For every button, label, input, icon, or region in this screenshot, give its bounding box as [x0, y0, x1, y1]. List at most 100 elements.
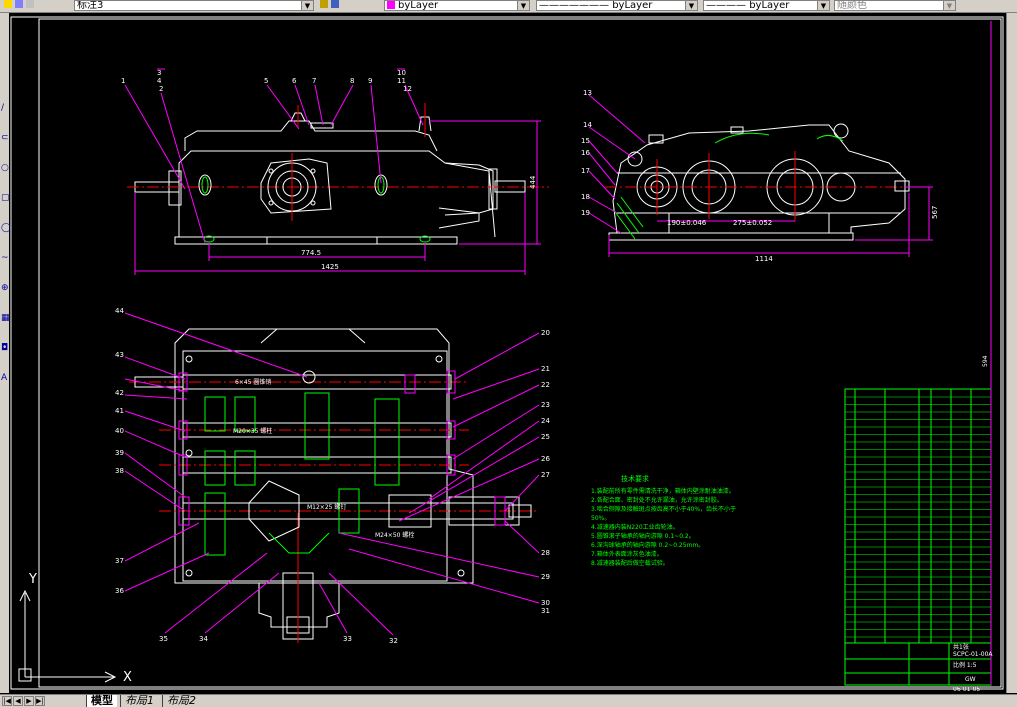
properties-toolbar: 标注3 ▼ byLayer ▼ ——————— byLayer ▼ ———— b… [0, 0, 1017, 13]
part-label: 30 [541, 599, 550, 607]
scale-text: 比例 1:5 [953, 661, 977, 669]
lineweight-control-select[interactable]: ———— byLayer ▼ [703, 0, 830, 11]
linetype-control-select[interactable]: ——————— byLayer ▼ [536, 0, 698, 11]
tab-prev-button[interactable]: ◀ [13, 696, 23, 706]
modify-toolbar-strip[interactable] [1006, 13, 1017, 693]
part-label: 14 [583, 121, 592, 129]
ucs-x-label: X [123, 670, 132, 685]
dim-text: 1114 [755, 255, 773, 263]
part-label: 33 [343, 635, 352, 643]
dimstyle-select[interactable]: 标注3 ▼ [74, 0, 314, 11]
date-text: 06-01-05 [953, 686, 980, 693]
dim-text: 275±0.052 [733, 219, 772, 227]
svg-text:5.圆锥滚子轴承的轴向游隙 0.1~0.2。: 5.圆锥滚子轴承的轴向游隙 0.1~0.2。 [591, 532, 695, 540]
part-label: 20 [541, 329, 550, 337]
dim-text: 774.5 [301, 249, 321, 257]
part-label: 43 [115, 351, 124, 359]
shaft-note: 6×45 圆锥销 [235, 378, 271, 386]
part-label: 10 [397, 69, 406, 77]
ucs-y-label: Y [28, 572, 37, 587]
part-label: 38 [115, 467, 124, 475]
part-label: 40 [115, 427, 124, 435]
part-label: 3 [157, 69, 161, 77]
color-control-select[interactable]: byLayer ▼ [384, 0, 530, 11]
side-view [588, 94, 933, 257]
part-label: 23 [541, 401, 550, 409]
svg-text:50%。: 50%。 [591, 515, 610, 522]
part-label: 42 [115, 389, 124, 397]
dim-text: 594 [982, 355, 989, 367]
part-label: 7 [312, 77, 316, 85]
tool-icon[interactable]: ⊂ [1, 133, 9, 143]
chevron-down-icon[interactable]: ▼ [517, 1, 529, 10]
part-label: 34 [199, 635, 208, 643]
svg-text:4.减速器内装N220工业齿轮油。: 4.减速器内装N220工业齿轮油。 [591, 523, 679, 531]
draw-toolbar-strip[interactable]: / ⊂ ○ ▢ ◯ ~ ⊕ ▦ ◘ A [0, 13, 11, 693]
tool-icon[interactable]: A [1, 373, 7, 383]
front-view [124, 68, 549, 275]
part-label: 13 [583, 89, 592, 97]
part-label: 12 [403, 85, 412, 93]
tab-last-button[interactable]: ▶| [35, 696, 45, 706]
part-label: 39 [115, 449, 124, 457]
shaft-note: M20×35 螺柱 [233, 427, 272, 435]
tool-icon[interactable]: ⊕ [1, 283, 9, 293]
layout-tab-bar: |◀ ◀ ▶ ▶| 模型 布局1 布局2 [0, 694, 1017, 707]
dimstyle-icon[interactable] [2, 0, 72, 11]
chevron-down-icon[interactable]: ▼ [685, 1, 697, 10]
tab-first-button[interactable]: |◀ [2, 696, 12, 706]
part-label: 8 [350, 77, 354, 85]
tool-icon[interactable]: ○ [1, 163, 9, 173]
tab-model[interactable]: 模型 [86, 695, 117, 707]
part-label: 32 [389, 637, 398, 645]
layer-manager-icon[interactable] [318, 0, 362, 11]
part-label: 17 [581, 167, 590, 175]
svg-text:7.箱体外表面涂灰色油漆。: 7.箱体外表面涂灰色油漆。 [591, 550, 663, 558]
chevron-down-icon[interactable]: ▼ [817, 1, 829, 10]
color-swatch-icon [387, 1, 395, 9]
shaft-note: M12×25 螺钉 [307, 503, 346, 511]
drawing-canvas[interactable]: 774.5 1425 444 1 2 3 4 5 6 7 8 9 10 11 1… [9, 13, 1006, 694]
part-label: 36 [115, 587, 124, 595]
part-label: 29 [541, 573, 550, 581]
part-label: 16 [581, 149, 590, 157]
part-label: 1 [121, 77, 125, 85]
chevron-down-icon[interactable]: ▼ [301, 1, 313, 10]
plotstyle-control-select[interactable]: 随颜色 ▼ [834, 0, 956, 11]
part-label: 15 [581, 137, 590, 145]
part-label: 44 [115, 307, 124, 315]
svg-text:1.装配前所有零件需清洗干净，箱体内壁涂耐油油漆。: 1.装配前所有零件需清洗干净，箱体内壁涂耐油油漆。 [591, 487, 735, 495]
tab-layout1[interactable]: 布局1 [120, 695, 158, 707]
title-block-rows [845, 396, 991, 638]
svg-text:8.减速器装配后做空载试验。: 8.减速器装配后做空载试验。 [591, 559, 669, 567]
dim-text: 190±0.046 [667, 219, 707, 227]
part-label: 37 [115, 557, 124, 565]
tab-next-button[interactable]: ▶ [24, 696, 34, 706]
ucs-icon [18, 589, 117, 683]
drawing-number: SCPC-01-00A [953, 651, 993, 658]
svg-text:2.各配合面、密封处不允许漏油，允许涂密封胶。: 2.各配合面、密封处不允许漏油，允许涂密封胶。 [591, 496, 723, 504]
tool-icon[interactable]: ◘ [1, 343, 8, 353]
svg-text:6.深沟球轴承的轴向游隙 0.2~0.25mm。: 6.深沟球轴承的轴向游隙 0.2~0.25mm。 [591, 541, 704, 549]
plan-view [124, 312, 540, 643]
chevron-down-icon[interactable]: ▼ [943, 1, 955, 10]
tool-icon[interactable]: ~ [1, 253, 9, 263]
part-label: 28 [541, 549, 550, 557]
shaft-note: M24×50 螺栓 [375, 531, 414, 539]
part-label: 5 [264, 77, 268, 85]
dim-text: 444 [529, 175, 537, 189]
technical-requirements: 技术要求 1.装配前所有零件需清洗干净，箱体内壁涂耐油油漆。 2.各配合面、密封… [591, 474, 736, 567]
part-label: 41 [115, 407, 124, 415]
dim-text: 567 [931, 206, 939, 219]
part-label: 21 [541, 365, 550, 373]
part-label: 11 [397, 77, 406, 85]
part-label: 26 [541, 455, 550, 463]
part-label: 25 [541, 433, 550, 441]
tab-layout2[interactable]: 布局2 [162, 695, 200, 707]
svg-text:3.啮合侧隙及接触斑点按齿高不小于40%，齿长不小于: 3.啮合侧隙及接触斑点按齿高不小于40%，齿长不小于 [591, 505, 736, 513]
unit-text: GW [965, 676, 976, 683]
part-label: 4 [157, 77, 162, 85]
svg-text:技术要求: 技术要求 [621, 474, 649, 483]
part-label: 9 [368, 77, 372, 85]
tool-icon[interactable]: / [1, 103, 4, 113]
